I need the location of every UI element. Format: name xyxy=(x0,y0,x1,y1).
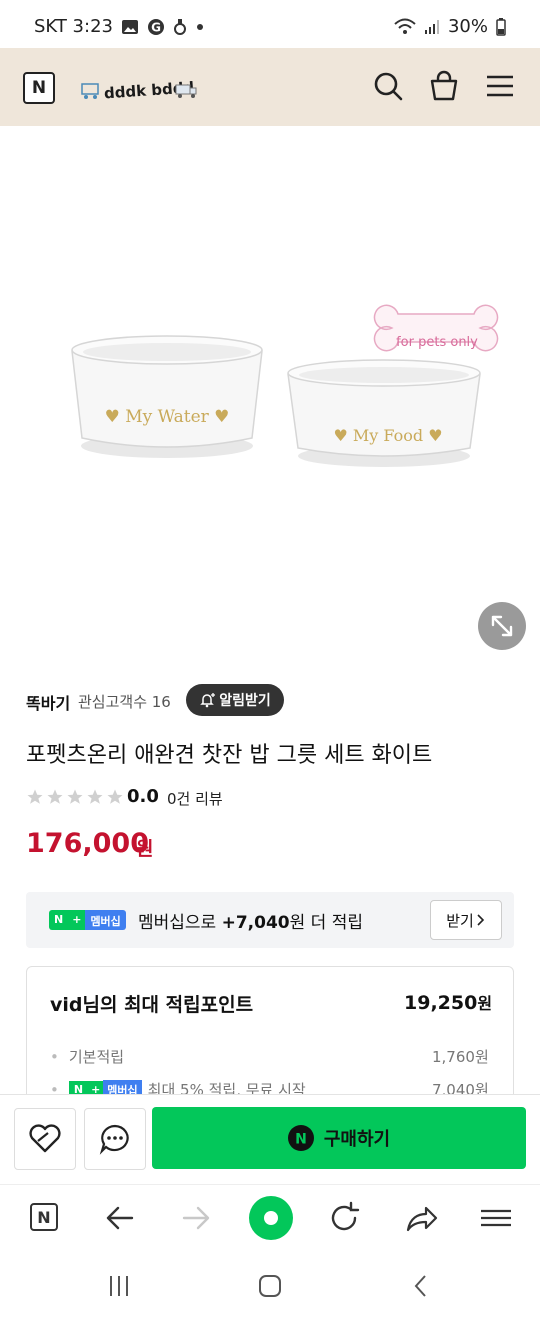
store-name[interactable]: 똑바기 xyxy=(26,690,70,714)
membership-text-prefix: 멤버십으로 xyxy=(138,913,222,933)
green-dot-home-button[interactable] xyxy=(249,1196,293,1240)
green-dot-icon xyxy=(264,1211,278,1225)
rating-value: 0.0 xyxy=(127,786,159,807)
badge-plus: + xyxy=(68,910,86,930)
image-icon xyxy=(121,19,138,34)
product-title: 포펫츠온리 애완견 찻잔 밥 그릇 세트 화이트 xyxy=(26,743,433,768)
g-icon: G xyxy=(147,18,164,35)
food-bowl-illustration: ♥ My Food ♥ xyxy=(287,359,481,467)
buy-label: 구매하기 xyxy=(323,1129,391,1150)
recent-apps-icon[interactable] xyxy=(104,1272,134,1304)
svg-text:N: N xyxy=(295,1132,307,1148)
chat-bubble-icon xyxy=(99,1124,129,1155)
price-unit: 원 xyxy=(136,838,154,860)
naver-plus-membership-badge: N + 멤버십 xyxy=(49,910,126,930)
naver-home-button[interactable]: N xyxy=(23,72,55,104)
svg-text:♥ My Water ♥: ♥ My Water ♥ xyxy=(105,407,230,427)
star-icon xyxy=(107,789,123,804)
alarm-label: 알림받기 xyxy=(219,693,271,709)
bell-plus-icon xyxy=(200,693,216,708)
alarm-button[interactable]: 알림받기 xyxy=(186,684,284,716)
brand-logo[interactable]: dddk bddd xyxy=(80,72,200,104)
membership-text-suffix: 원 더 적립 xyxy=(289,913,364,933)
svg-text:for pets only: for pets only xyxy=(396,335,478,350)
points-total-value: 19,250 xyxy=(404,992,478,1014)
svg-text:G: G xyxy=(151,20,161,34)
status-left: SKT 3:23 G xyxy=(34,16,205,37)
badge-n: N xyxy=(49,910,69,930)
buy-button[interactable]: N 구매하기 xyxy=(152,1107,526,1169)
talk-button[interactable] xyxy=(84,1108,146,1170)
receive-button[interactable]: 받기 xyxy=(430,900,502,940)
star-icon xyxy=(67,789,83,804)
naver-pay-icon: N xyxy=(287,1125,314,1151)
share-icon[interactable] xyxy=(400,1200,440,1236)
expand-icon xyxy=(491,615,513,637)
search-icon[interactable] xyxy=(370,68,406,104)
naver-home-icon[interactable]: N xyxy=(24,1200,64,1236)
points-row-label: 기본적립 xyxy=(68,1048,125,1066)
price: 176,000 xyxy=(26,828,149,859)
membership-amount: +7,040 xyxy=(221,913,290,933)
signal-icon xyxy=(424,19,439,34)
cart-illustration-icon xyxy=(81,83,99,99)
carrier-time: SKT 3:23 xyxy=(34,16,113,37)
battery-icon xyxy=(496,17,506,36)
home-icon[interactable] xyxy=(255,1272,285,1304)
store-fan-count: 관심고객수 16 xyxy=(78,693,171,711)
battery-text: 30% xyxy=(447,16,488,37)
receive-label: 받기 xyxy=(446,911,474,930)
status-bar: SKT 3:23 G 30% xyxy=(0,0,540,48)
status-right: 30% xyxy=(394,16,506,37)
back-icon[interactable] xyxy=(406,1272,436,1304)
bone-tag-illustration: for pets only xyxy=(373,304,499,352)
browser-menu-icon[interactable] xyxy=(476,1200,516,1236)
cart-icon[interactable] xyxy=(426,68,462,104)
star-icon xyxy=(27,789,43,804)
points-title: vid님의 최대 적립포인트 xyxy=(50,994,254,1016)
wifi-icon xyxy=(394,18,416,34)
star-icon xyxy=(87,789,103,804)
review-count[interactable]: 0건 리뷰 xyxy=(167,788,223,809)
points-total: 19,250원 xyxy=(404,990,492,1014)
product-image[interactable]: ♥ My Water ♥ ♥ My Food ♥ for pets only xyxy=(0,126,540,666)
badge-text: 멤버십 xyxy=(85,910,126,930)
membership-text: 멤버십으로 +7,040원 더 적립 xyxy=(138,908,363,933)
star-icon xyxy=(47,789,63,804)
forward-arrow-icon[interactable] xyxy=(176,1200,216,1236)
svg-text:♥ My Food ♥: ♥ My Food ♥ xyxy=(333,426,442,445)
menu-icon[interactable] xyxy=(482,68,518,104)
expand-image-button[interactable] xyxy=(478,602,526,650)
rating-stars xyxy=(26,788,124,806)
hand-icon xyxy=(173,18,186,35)
refresh-icon[interactable] xyxy=(324,1200,364,1236)
water-bowl-illustration: ♥ My Water ♥ xyxy=(71,335,263,458)
points-row-basic: • 기본적립 xyxy=(50,1048,125,1066)
chevron-right-icon xyxy=(477,914,484,926)
dot-icon xyxy=(196,23,203,30)
back-arrow-icon[interactable] xyxy=(100,1200,140,1236)
points-row-value: 1,760원 xyxy=(432,1048,489,1066)
svg-text:N: N xyxy=(37,1208,50,1227)
wishlist-button[interactable] xyxy=(14,1108,76,1170)
points-total-unit: 원 xyxy=(477,994,493,1013)
heart-icon xyxy=(29,1124,61,1153)
